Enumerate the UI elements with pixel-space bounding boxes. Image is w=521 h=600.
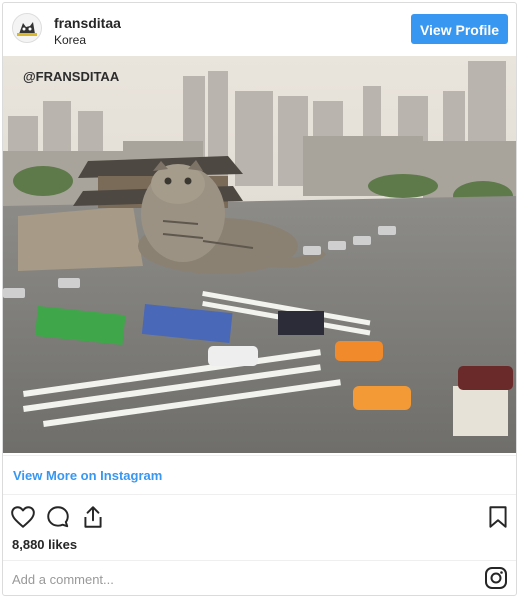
photo-watermark: @FRANSDITAA (23, 69, 120, 84)
username[interactable]: fransditaa (54, 15, 121, 31)
action-bar (3, 500, 516, 534)
post-header: fransditaa Korea View Profile (3, 3, 516, 55)
location[interactable]: Korea (54, 33, 86, 47)
avatar[interactable] (12, 13, 42, 43)
view-more-link[interactable]: View More on Instagram (13, 468, 162, 483)
instagram-icon[interactable] (484, 566, 508, 590)
post-photo[interactable]: @FRANSDITAA (3, 56, 516, 453)
divider (3, 494, 516, 495)
view-profile-button[interactable]: View Profile (411, 14, 508, 44)
cat-avatar-icon (13, 14, 41, 42)
city-cat-photo: @FRANSDITAA (3, 56, 516, 453)
share-icon[interactable] (80, 504, 106, 530)
comment-icon[interactable] (45, 504, 71, 530)
likes-count[interactable]: 8,880 likes (12, 537, 77, 552)
heart-icon[interactable] (10, 504, 36, 530)
divider (3, 455, 516, 456)
divider (3, 560, 516, 561)
bookmark-icon[interactable] (485, 504, 511, 530)
comment-input[interactable]: Add a comment... (12, 572, 114, 587)
instagram-embed-card: fransditaa Korea View Profile @FRANSDITA… (2, 2, 517, 596)
